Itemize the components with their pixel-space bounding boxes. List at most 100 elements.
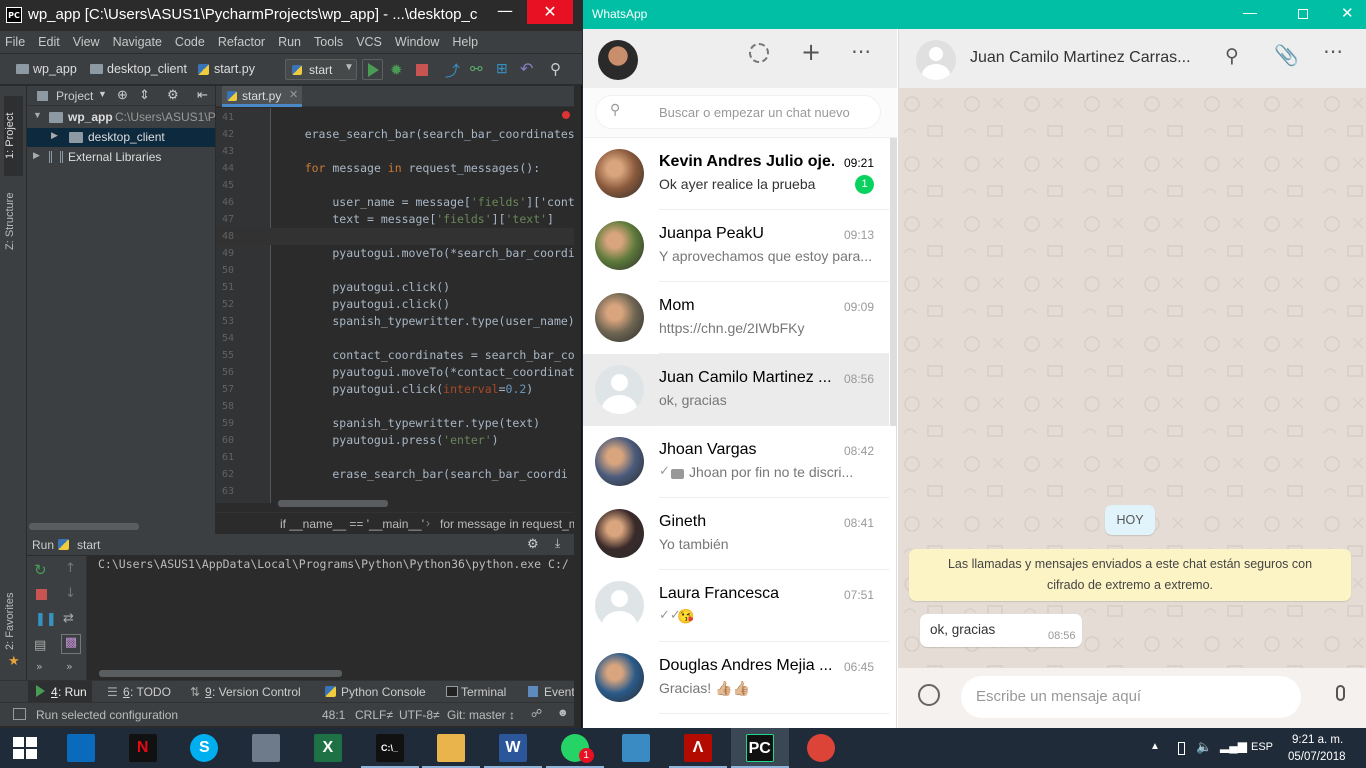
chat-list-item[interactable]: Gineth 08:41 Yo también xyxy=(583,498,889,570)
search-icon[interactable]: ⚲ xyxy=(550,60,561,78)
taskbar-app[interactable]: S xyxy=(175,728,233,768)
more-icon[interactable]: » xyxy=(66,660,73,673)
code-line[interactable]: 53 spanish_typewritter.type(user_name) xyxy=(216,313,574,330)
message-input[interactable]: Escribe un mensaje aquí xyxy=(961,676,1301,718)
menu-edit[interactable]: Edit xyxy=(38,35,60,49)
up-arrow-icon[interactable]: ↑ xyxy=(65,561,76,576)
dump-threads-icon[interactable]: ▤ xyxy=(34,638,46,653)
chat-list-item[interactable]: Juanpa PeakU 09:13 Y aprovechamos que esto… xyxy=(583,210,889,282)
tab-project[interactable]: 1: Project xyxy=(4,96,23,176)
taskbar-app[interactable]: C:\_ xyxy=(360,728,419,768)
search-icon[interactable]: ⚲ xyxy=(1225,45,1239,67)
code-line[interactable]: 42 erase_search_bar(search_bar_coordinat… xyxy=(216,126,574,143)
vcs-icon[interactable]: ⚯ xyxy=(470,60,483,78)
breadcrumb-if-main[interactable]: if __name__ == '__main__' xyxy=(280,517,424,531)
tree-item-external-libraries[interactable]: ▶ External Libraries xyxy=(27,148,215,167)
hide-icon[interactable]: ⤓ xyxy=(555,536,560,551)
code-line[interactable]: 60 pyautogui.press('enter') xyxy=(216,432,574,449)
menu-file[interactable]: File xyxy=(5,35,25,49)
soft-wrap-icon[interactable]: ⇄ xyxy=(63,611,74,626)
microphone-icon[interactable] xyxy=(1336,685,1345,701)
gear-icon[interactable]: ⚙ xyxy=(527,536,539,552)
chat-list-item[interactable]: Kevin Andres Julio oje... 09:21 Ok ayer re… xyxy=(583,138,889,210)
close-button[interactable]: ✕ xyxy=(1341,4,1354,22)
rerun-icon[interactable]: ↻ xyxy=(34,561,47,579)
code-line[interactable]: 63 xyxy=(216,483,574,500)
code-line[interactable]: 57 pyautogui.click(interval=0.2) xyxy=(216,381,574,398)
hide-icon[interactable]: ⇤ xyxy=(197,87,208,103)
code-line[interactable]: 43 xyxy=(216,143,574,160)
code-line[interactable]: 46 user_name = message['fields']['cont xyxy=(216,194,574,211)
chat-list-item[interactable]: Laura Francesca 07:51 ✓✓ 😘 xyxy=(583,570,889,642)
code-line[interactable]: 54 xyxy=(216,330,574,347)
run-scrollbar[interactable] xyxy=(99,670,342,677)
chat-list-item[interactable]: Juan Camilo Martinez ... 08:56 ok, gracias xyxy=(583,354,889,426)
caret-position[interactable]: 48:1 xyxy=(322,708,345,722)
code-line[interactable]: 56 pyautogui.moveTo(*contact_coordinat xyxy=(216,364,574,381)
tab-python-console[interactable]: Python Console xyxy=(323,681,433,703)
tab-run[interactable]: 4 : Run xyxy=(28,681,92,703)
code-line[interactable]: 62 erase_search_bar(search_bar_coordi xyxy=(216,466,574,483)
conversation-title[interactable]: Juan Camilo Martinez Carras... xyxy=(970,49,1191,67)
maximize-button[interactable] xyxy=(1298,9,1308,19)
editor-scrollbar[interactable] xyxy=(278,500,388,507)
menu-code[interactable]: Code xyxy=(175,35,205,49)
taskbar-app[interactable]: 1 xyxy=(545,728,604,768)
pause-icon[interactable]: ❚❚ xyxy=(35,612,57,627)
taskbar-app[interactable] xyxy=(607,728,665,768)
code-line[interactable]: 41 xyxy=(216,109,574,126)
taskbar-app[interactable]: N xyxy=(114,728,172,768)
tab-terminal[interactable]: Terminal xyxy=(445,681,520,703)
code-line[interactable]: 49 pyautogui.moveTo(*search_bar_coordi xyxy=(216,245,574,262)
more-icon[interactable]: » xyxy=(36,660,43,673)
breadcrumb-folder[interactable]: desktop_client xyxy=(107,62,187,76)
minimize-button[interactable]: — xyxy=(1243,4,1257,20)
chat-list-item[interactable]: Jhoan Vargas 08:42 ✓ Jhoan por fin no te di… xyxy=(583,426,889,498)
start-button[interactable] xyxy=(0,728,48,768)
breadcrumb-project[interactable]: wp_app xyxy=(33,62,77,76)
new-chat-icon[interactable]: + xyxy=(801,40,821,64)
taskbar-app[interactable] xyxy=(52,728,110,768)
run-button[interactable] xyxy=(362,59,383,80)
menu-icon[interactable]: ⋯ xyxy=(1323,39,1343,63)
inspector-icon[interactable]: ☻ xyxy=(557,707,569,719)
tab-start-py[interactable]: start.py ✕ xyxy=(222,86,302,107)
code-line[interactable]: 52 pyautogui.click() xyxy=(216,296,574,313)
gear-icon[interactable]: ⚙ xyxy=(167,87,179,103)
code-line[interactable]: 55 contact_coordinates = search_bar_co xyxy=(216,347,574,364)
print-icon[interactable]: ▩ xyxy=(61,634,81,654)
tab-version-control[interactable]: ⇅ 9 : Version Control xyxy=(188,681,308,703)
taskbar-app[interactable] xyxy=(422,728,481,768)
menu-tools[interactable]: Tools xyxy=(314,35,343,49)
close-button[interactable]: ✕ xyxy=(527,0,573,24)
taskbar-app[interactable]: W xyxy=(483,728,542,768)
update-icon[interactable]: ⊞ xyxy=(496,60,508,77)
close-icon[interactable]: ✕ xyxy=(289,88,298,101)
chevron-down-icon[interactable]: ▼ xyxy=(98,89,107,99)
code-lines[interactable]: 41 42 erase_search_bar(search_bar_coordin… xyxy=(216,109,574,502)
menu-navigate[interactable]: Navigate xyxy=(113,35,162,49)
chevron-up-icon[interactable]: ▲ xyxy=(1150,741,1160,752)
target-icon[interactable]: ⊕ xyxy=(117,87,128,103)
battery-icon[interactable] xyxy=(1178,742,1185,755)
horizontal-scrollbar[interactable] xyxy=(29,523,139,530)
code-line[interactable]: 58 xyxy=(216,398,574,415)
menu-refactor[interactable]: Refactor xyxy=(218,35,265,49)
file-encoding[interactable]: UTF-8≠ xyxy=(399,708,440,722)
clock-date[interactable]: 05/07/2018 xyxy=(1288,751,1346,763)
taskbar-app[interactable] xyxy=(792,728,850,768)
code-line[interactable]: 48 xyxy=(216,228,574,245)
chat-list-scrollbar[interactable] xyxy=(890,138,896,426)
debug-icon[interactable]: ✹ xyxy=(390,61,403,79)
search-box[interactable]: ⚲ Buscar o empezar un chat nuevo xyxy=(595,95,881,129)
encryption-notice[interactable]: Las llamadas y mensajes enviados a este … xyxy=(909,549,1351,601)
menu-view[interactable]: View xyxy=(73,35,100,49)
code-line[interactable]: 51 pyautogui.click() xyxy=(216,279,574,296)
project-panel-title[interactable]: Project xyxy=(56,89,93,103)
menu-vcs[interactable]: VCS xyxy=(356,35,382,49)
taskbar-app[interactable]: Λ xyxy=(669,728,727,768)
tree-item-root[interactable]: ▼ wp_app C:\Users\ASUS1\Py xyxy=(27,108,215,127)
tab-favorites[interactable]: 2: Favorites xyxy=(4,586,23,656)
language-indicator[interactable]: ESP xyxy=(1251,741,1273,753)
code-line[interactable]: 59 spanish_typewritter.type(text) xyxy=(216,415,574,432)
